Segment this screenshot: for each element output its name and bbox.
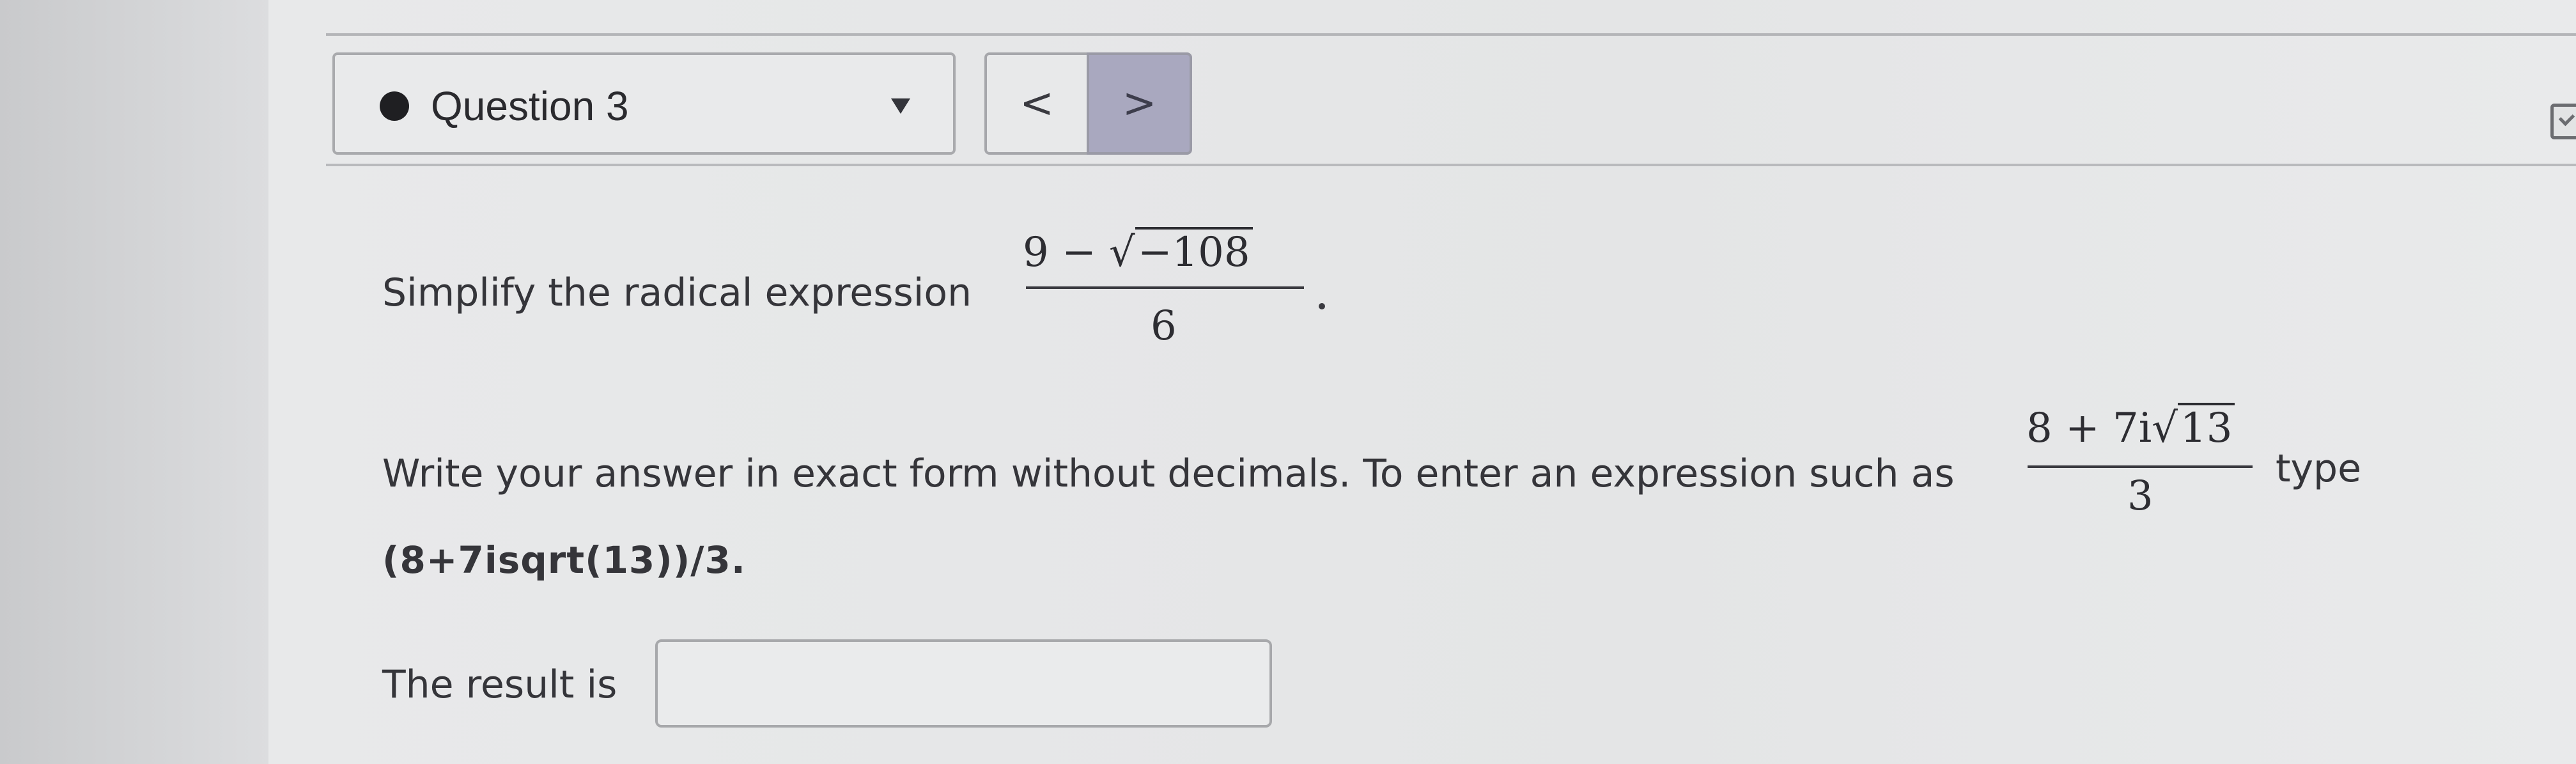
top-divider <box>326 33 2576 36</box>
checkbox-icon[interactable] <box>2550 104 2576 139</box>
example-fraction-bar <box>2028 465 2253 468</box>
expression-numerator: 9 − √−108 <box>1023 227 1253 278</box>
problem-prompt: Simplify the radical expression <box>382 270 972 315</box>
typed-form-example: (8+7isqrt(13))/3. <box>382 538 746 582</box>
question-label: Question 3 <box>431 83 629 129</box>
example-numerator: 8 + 7i√13 <box>2026 403 2235 454</box>
period <box>1319 303 1325 309</box>
example-radicand: 13 <box>2178 403 2235 451</box>
chevron-left-icon: < <box>1020 80 1054 127</box>
next-question-button[interactable]: > <box>1087 52 1192 155</box>
caret-down-icon <box>891 98 910 114</box>
example-denominator: 3 <box>2127 472 2153 520</box>
answer-label: The result is <box>382 662 617 707</box>
chevron-right-icon: > <box>1122 80 1157 127</box>
expression-denominator: 6 <box>1151 302 1177 350</box>
example-numerator-prefix: 8 + 7i <box>2026 405 2152 452</box>
previous-question-button[interactable]: < <box>984 52 1087 155</box>
type-word: type <box>2276 446 2362 491</box>
question-selector[interactable]: Question 3 <box>332 52 956 155</box>
fraction-bar <box>1026 286 1304 289</box>
sqrt-sign: √−108 <box>1109 227 1253 278</box>
header-divider <box>326 164 2576 166</box>
numerator-prefix: 9 − <box>1023 229 1110 276</box>
answer-input[interactable] <box>655 639 1272 728</box>
numerator-radicand: −108 <box>1135 227 1253 276</box>
left-margin <box>0 0 268 764</box>
status-dot-icon <box>380 91 409 121</box>
example-sqrt-sign: √13 <box>2152 403 2235 454</box>
instructions-text: Write your answer in exact form without … <box>382 451 1955 496</box>
